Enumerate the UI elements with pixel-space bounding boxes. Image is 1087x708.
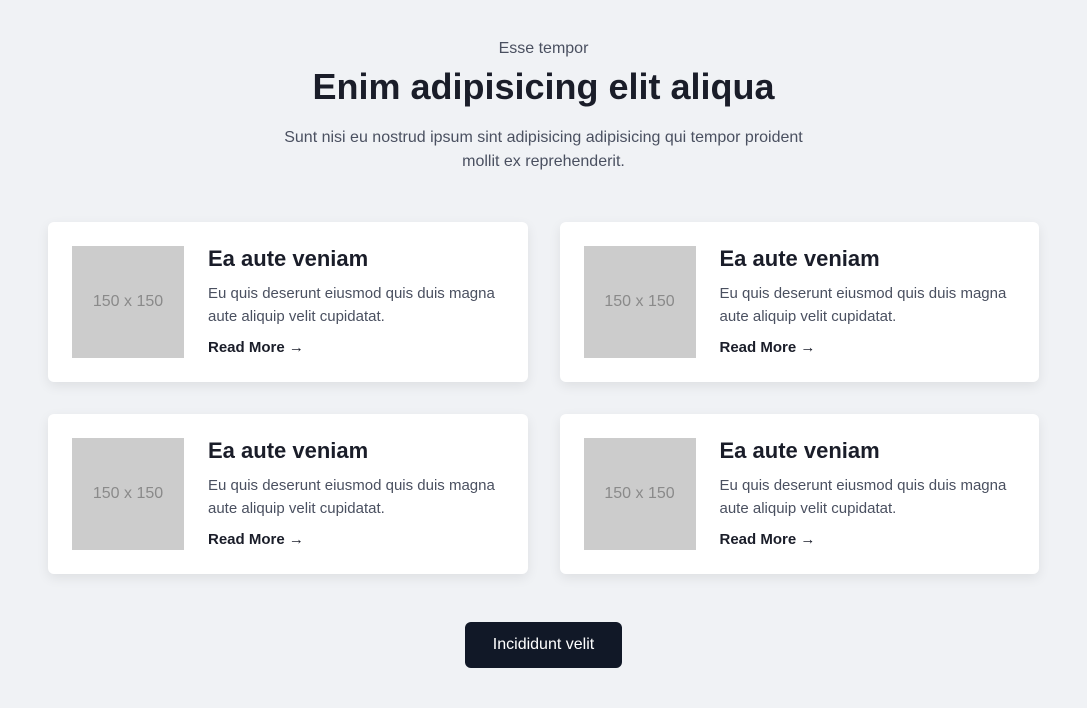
page-header: Esse tempor Enim adipisicing elit aliqua… xyxy=(48,40,1039,174)
card-image-placeholder: 150 x 150 xyxy=(584,246,696,358)
feature-card: 150 x 150 Ea aute veniam Eu quis deserun… xyxy=(48,222,528,382)
page-title: Enim adipisicing elit aliqua xyxy=(48,66,1039,108)
card-title: Ea aute veniam xyxy=(208,438,504,464)
read-more-link[interactable]: Read More → xyxy=(720,339,816,356)
card-description: Eu quis deserunt eiusmod quis duis magna… xyxy=(720,474,1016,521)
card-image-placeholder: 150 x 150 xyxy=(72,246,184,358)
read-more-link[interactable]: Read More → xyxy=(208,531,304,548)
read-more-link[interactable]: Read More → xyxy=(720,531,816,548)
card-title: Ea aute veniam xyxy=(208,246,504,272)
card-content: Ea aute veniam Eu quis deserunt eiusmod … xyxy=(208,438,504,549)
card-title: Ea aute veniam xyxy=(720,438,1016,464)
feature-card: 150 x 150 Ea aute veniam Eu quis deserun… xyxy=(560,222,1040,382)
header-subtitle: Sunt nisi eu nostrud ipsum sint adipisic… xyxy=(264,126,824,174)
feature-card: 150 x 150 Ea aute veniam Eu quis deserun… xyxy=(48,414,528,574)
header-pretitle: Esse tempor xyxy=(48,40,1039,58)
card-grid: 150 x 150 Ea aute veniam Eu quis deserun… xyxy=(48,222,1039,574)
cta-button[interactable]: Incididunt velit xyxy=(465,622,622,668)
read-more-link[interactable]: Read More → xyxy=(208,339,304,356)
card-title: Ea aute veniam xyxy=(720,246,1016,272)
page-footer: Incididunt velit xyxy=(48,622,1039,668)
card-description: Eu quis deserunt eiusmod quis duis magna… xyxy=(720,282,1016,329)
card-content: Ea aute veniam Eu quis deserunt eiusmod … xyxy=(208,246,504,357)
card-description: Eu quis deserunt eiusmod quis duis magna… xyxy=(208,474,504,521)
feature-card: 150 x 150 Ea aute veniam Eu quis deserun… xyxy=(560,414,1040,574)
card-image-placeholder: 150 x 150 xyxy=(584,438,696,550)
card-content: Ea aute veniam Eu quis deserunt eiusmod … xyxy=(720,246,1016,357)
card-content: Ea aute veniam Eu quis deserunt eiusmod … xyxy=(720,438,1016,549)
card-image-placeholder: 150 x 150 xyxy=(72,438,184,550)
card-description: Eu quis deserunt eiusmod quis duis magna… xyxy=(208,282,504,329)
